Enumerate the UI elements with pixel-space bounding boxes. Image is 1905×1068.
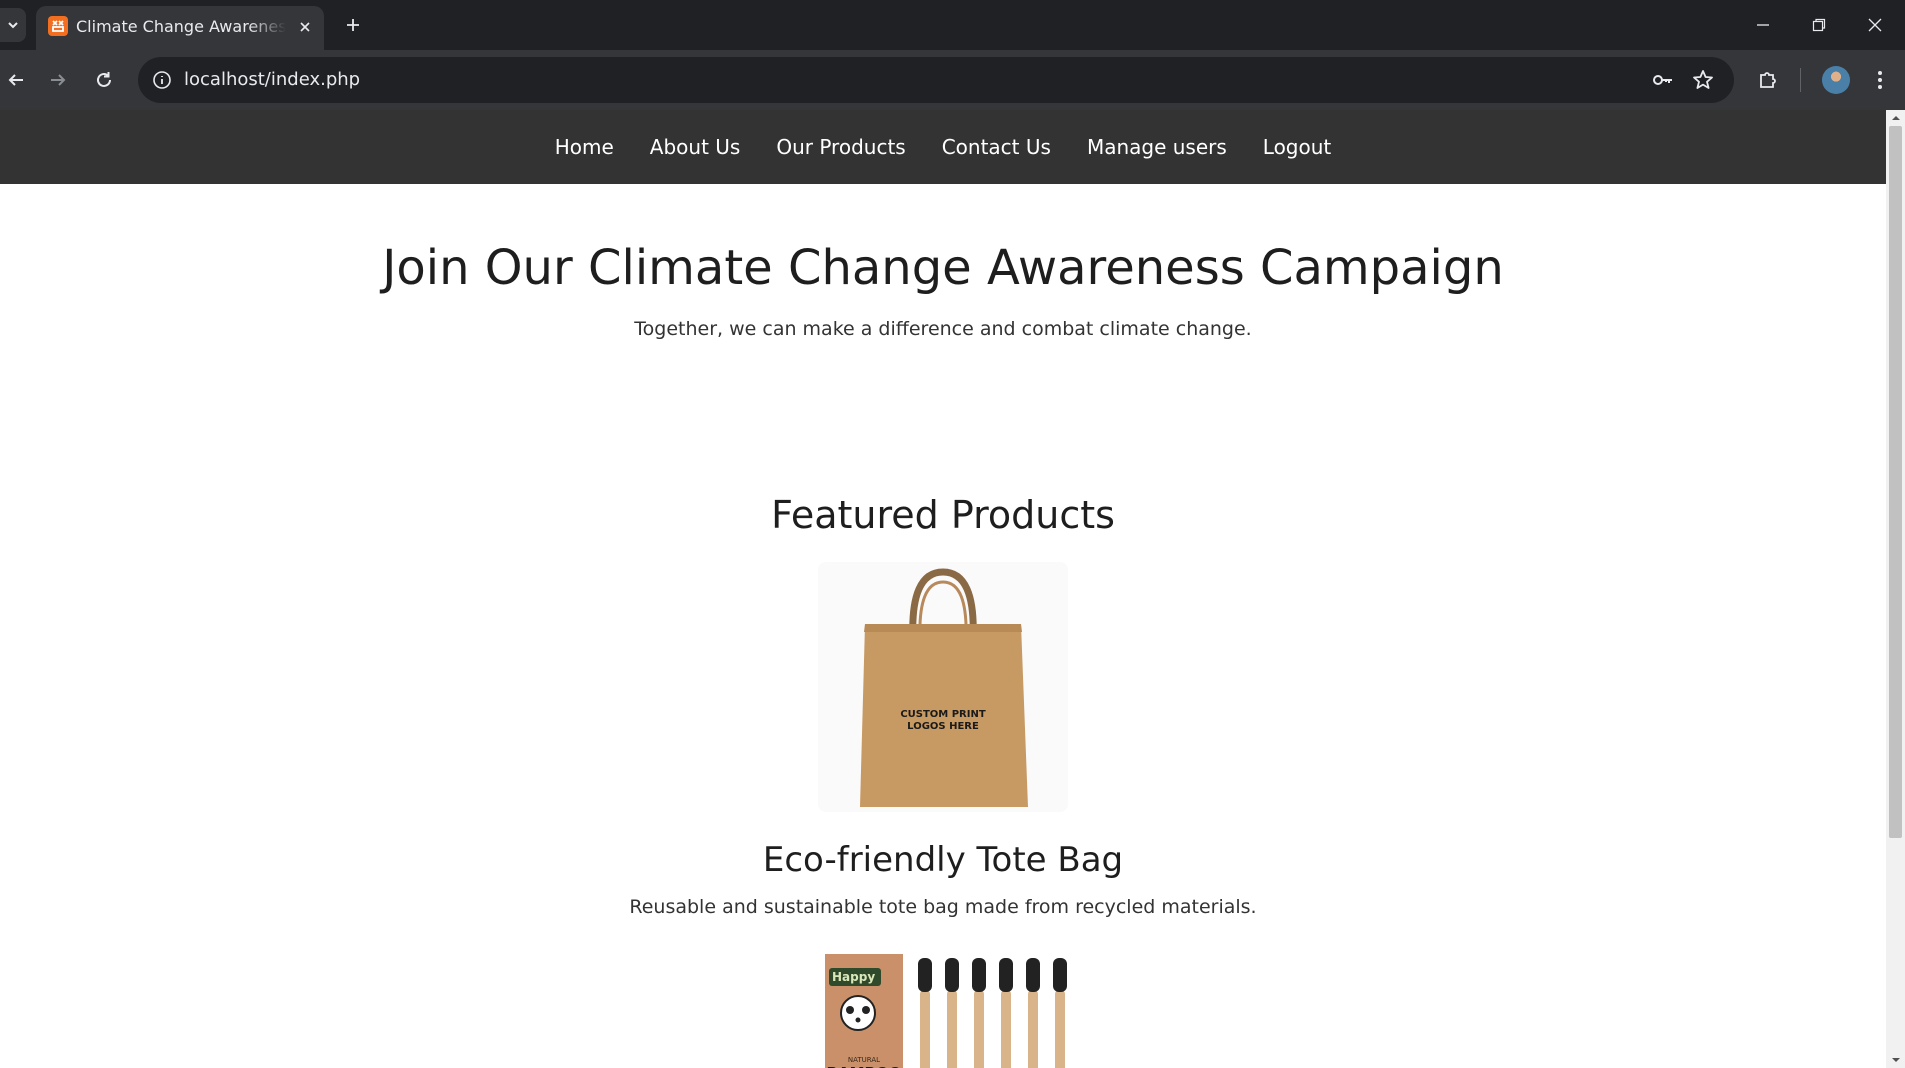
plus-icon	[347, 19, 359, 31]
page-scrollbar[interactable]	[1886, 110, 1905, 1068]
svg-text:BAMBOO: BAMBOO	[827, 1064, 902, 1068]
page-viewport: Home About Us Our Products Contact Us Ma…	[0, 110, 1886, 1068]
kebab-menu-icon	[1878, 71, 1882, 89]
featured-heading: Featured Products	[771, 493, 1115, 537]
site-info-icon[interactable]	[150, 68, 174, 92]
featured-products-section: Featured Products	[0, 493, 1886, 537]
toolbar-separator	[1800, 68, 1801, 92]
scroll-thumb[interactable]	[1889, 126, 1902, 838]
url-text: localhost/index.php	[184, 69, 361, 90]
extensions-button[interactable]	[1752, 64, 1784, 96]
nav-contact-link[interactable]: Contact Us	[924, 110, 1069, 184]
nav-home-link[interactable]: Home	[537, 110, 632, 184]
svg-text:LOGOS HERE: LOGOS HERE	[907, 721, 979, 732]
nav-manage-users-link[interactable]: Manage users	[1069, 110, 1245, 184]
tab-search-button[interactable]	[0, 8, 26, 42]
close-icon	[1868, 18, 1882, 32]
tab-close-button[interactable]	[294, 16, 316, 38]
reload-button[interactable]	[88, 64, 120, 96]
new-tab-button[interactable]	[340, 12, 366, 38]
puzzle-icon	[1760, 72, 1776, 88]
password-key-icon[interactable]	[1650, 67, 1676, 93]
minimize-icon	[1757, 24, 1769, 26]
product-description: Reusable and sustainable tote bag made f…	[629, 896, 1257, 918]
xampp-favicon-icon	[48, 16, 68, 36]
product-name: Eco-friendly Tote Bag	[762, 840, 1124, 880]
browser-tab-active[interactable]: Climate Change Awareness Campaign	[36, 6, 324, 50]
bookmark-star-icon[interactable]	[1690, 67, 1716, 93]
chevron-down-icon	[8, 22, 18, 29]
scroll-down-arrow-icon[interactable]	[1886, 1052, 1905, 1068]
minimize-button[interactable]	[1740, 6, 1786, 44]
nav-products-link[interactable]: Our Products	[758, 110, 923, 184]
hero-section: Join Our Climate Change Awareness Campai…	[0, 240, 1886, 340]
tote-bag-image: CUSTOM PRINT LOGOS HERE	[818, 562, 1068, 812]
arrow-left-icon	[8, 74, 23, 86]
restore-button[interactable]	[1796, 6, 1842, 44]
close-window-button[interactable]	[1852, 6, 1898, 44]
browser-toolbar: localhost/index.php	[0, 50, 1905, 110]
back-button[interactable]	[0, 64, 32, 96]
browser-tab-bar: Climate Change Awareness Campaign	[0, 0, 1905, 50]
forward-button[interactable]	[42, 64, 74, 96]
nav-about-link[interactable]: About Us	[632, 110, 759, 184]
profile-avatar[interactable]	[1822, 66, 1850, 94]
scroll-up-arrow-icon[interactable]	[1886, 110, 1905, 126]
bamboo-toothbrush-image: Happy NATURAL BAMBOO TOOTHBRUSHES	[818, 950, 1068, 1068]
arrow-right-icon	[51, 74, 66, 86]
tab-title: Climate Change Awareness Campaign	[76, 17, 286, 36]
svg-text:Happy: Happy	[832, 970, 875, 984]
restore-icon	[1812, 18, 1826, 32]
site-navigation: Home About Us Our Products Contact Us Ma…	[0, 110, 1886, 184]
nav-logout-link[interactable]: Logout	[1245, 110, 1349, 184]
hero-subtitle: Together, we can make a difference and c…	[634, 318, 1252, 340]
svg-text:NATURAL: NATURAL	[848, 1056, 880, 1064]
svg-text:CUSTOM PRINT: CUSTOM PRINT	[900, 709, 986, 720]
address-bar[interactable]: localhost/index.php	[138, 57, 1734, 103]
browser-menu-button[interactable]	[1864, 64, 1896, 96]
reload-icon	[97, 72, 111, 87]
hero-title: Join Our Climate Change Awareness Campai…	[382, 240, 1504, 296]
close-icon	[300, 22, 310, 32]
